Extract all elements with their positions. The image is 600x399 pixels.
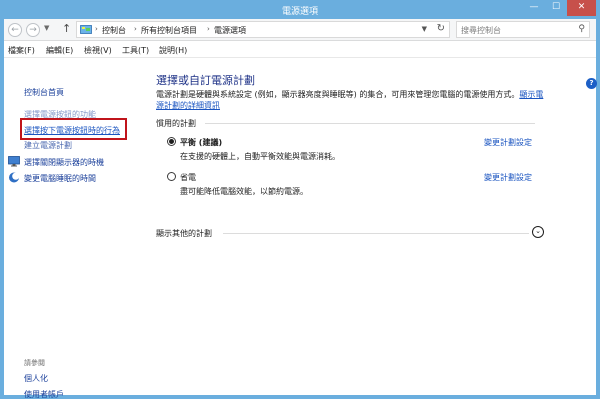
task-pane: 控制台首頁 選擇電源按鈕的功能 選擇按下電源按鈕時的行為 建立電源計劃 選擇關閉… xyxy=(4,59,139,399)
sidebar-item-create-plan[interactable]: 建立電源計劃 xyxy=(24,140,72,151)
breadcrumb-all-items[interactable]: 所有控制台項目 xyxy=(141,25,197,36)
page-description: 電源計劃是硬體與系統設定 (例如，顯示器亮度與睡眠等) 的集合，可用來管理您電腦… xyxy=(156,89,548,111)
navigation-bar: ← → ▼ ↑ › 控制台 › 所有控制台項目 › 電源選項 ▼ ↻ 搜尋控制台… xyxy=(4,19,596,41)
plan-radio-power-saver[interactable] xyxy=(167,172,176,181)
expand-more-plans-button[interactable]: ⌄ xyxy=(532,226,544,238)
plan-desc-balanced: 在支援的硬體上，自動平衡效能與電源消耗。 xyxy=(180,152,340,161)
up-button[interactable]: ↑ xyxy=(62,22,71,35)
menu-tools[interactable]: 工具(T) xyxy=(122,45,149,56)
page-title: 選擇或自訂電源計劃 xyxy=(156,74,255,87)
close-button[interactable]: ✕ xyxy=(567,0,596,16)
see-also-header: 請參閱 xyxy=(24,359,45,367)
sidebar-item-personalization[interactable]: 個人化 xyxy=(24,373,48,384)
search-icon[interactable]: ⚲ xyxy=(578,24,585,34)
arrow-up-icon: ↑ xyxy=(62,22,72,35)
breadcrumb-separator-icon: › xyxy=(95,25,98,33)
refresh-icon: ↻ xyxy=(436,23,445,34)
show-more-plans-label[interactable]: 顯示其他的計劃 xyxy=(156,228,212,239)
sidebar-item-display-off[interactable]: 選擇關閉顯示器的時機 xyxy=(8,156,104,168)
minimize-button[interactable]: — xyxy=(523,0,545,16)
menu-view[interactable]: 檢視(V) xyxy=(84,45,112,56)
breadcrumb-control-panel[interactable]: 控制台 xyxy=(102,25,126,36)
preferred-plans-header: 慣用的計劃 xyxy=(156,119,196,128)
menu-help[interactable]: 說明(H) xyxy=(159,45,187,56)
help-button[interactable]: ? xyxy=(586,78,597,89)
sidebar-item-label: 變更電腦睡眠的時間 xyxy=(24,174,96,183)
moon-icon xyxy=(9,172,20,183)
chevron-down-icon: ▼ xyxy=(421,25,427,33)
chevron-down-icon: ▼ xyxy=(44,24,50,32)
address-bar[interactable]: › 控制台 › 所有控制台項目 › 電源選項 ▼ ↻ xyxy=(76,21,450,38)
arrow-left-icon: ← xyxy=(11,25,19,35)
highlight-box xyxy=(20,118,127,140)
recent-locations-button[interactable]: ▼ xyxy=(44,24,49,32)
search-input[interactable] xyxy=(461,24,569,36)
refresh-button[interactable]: ↻ xyxy=(437,23,445,34)
plan-name-power-saver[interactable]: 省電 xyxy=(180,172,196,183)
help-icon: ? xyxy=(589,79,594,87)
change-plan-settings-link[interactable]: 變更計劃設定 xyxy=(484,137,532,148)
forward-button[interactable]: → xyxy=(26,23,40,37)
chevron-down-icon: ⌄ xyxy=(535,227,541,235)
plan-radio-balanced[interactable] xyxy=(167,137,176,146)
title-bar[interactable]: 電源選項 — ☐ ✕ xyxy=(0,0,600,19)
plan-name-balanced[interactable]: 平衡 (建議) xyxy=(180,137,222,148)
display-icon xyxy=(8,156,20,167)
sidebar-item-user-accounts[interactable]: 使用者帳戶 xyxy=(24,389,64,399)
window-title: 電源選項 xyxy=(281,7,318,17)
control-panel-icon xyxy=(80,25,92,34)
maximize-button[interactable]: ☐ xyxy=(545,0,567,16)
change-plan-settings-link[interactable]: 變更計劃設定 xyxy=(484,172,532,183)
plan-desc-power-saver: 盡可能降低電腦效能，以節約電源。 xyxy=(180,187,308,196)
menu-bar: 檔案(F) 編輯(E) 檢視(V) 工具(T) 說明(H) xyxy=(4,42,596,58)
description-text: 電源計劃是硬體與系統設定 (例如，顯示器亮度與睡眠等) 的集合，可用來管理您電腦… xyxy=(156,90,520,99)
window-frame: 電源選項 — ☐ ✕ ← → ▼ ↑ › 控制台 › 所有控制台項目 › 電源選… xyxy=(0,0,600,399)
client-area: ← → ▼ ↑ › 控制台 › 所有控制台項目 › 電源選項 ▼ ↻ 搜尋控制台… xyxy=(4,19,597,399)
back-button[interactable]: ← xyxy=(8,23,22,37)
menu-edit[interactable]: 編輯(E) xyxy=(46,45,73,56)
arrow-right-icon: → xyxy=(29,25,37,35)
sidebar-item-control-panel-home[interactable]: 控制台首頁 xyxy=(24,87,64,98)
breadcrumb-power-options[interactable]: 電源選項 xyxy=(214,25,246,36)
address-history-button[interactable]: ▼ xyxy=(422,25,427,33)
section-divider xyxy=(223,233,529,234)
search-box[interactable]: ⚲ xyxy=(456,21,590,38)
main-content: ? 選擇或自訂電源計劃 電源計劃是硬體與系統設定 (例如，顯示器亮度與睡眠等) … xyxy=(139,59,597,395)
sidebar-item-sleep-time[interactable]: 變更電腦睡眠的時間 xyxy=(8,172,96,184)
menu-file[interactable]: 檔案(F) xyxy=(8,45,35,56)
breadcrumb-separator-icon: › xyxy=(207,25,210,33)
sidebar-item-label: 選擇關閉顯示器的時機 xyxy=(24,158,104,167)
breadcrumb-separator-icon: › xyxy=(134,25,137,33)
section-divider xyxy=(205,123,535,124)
